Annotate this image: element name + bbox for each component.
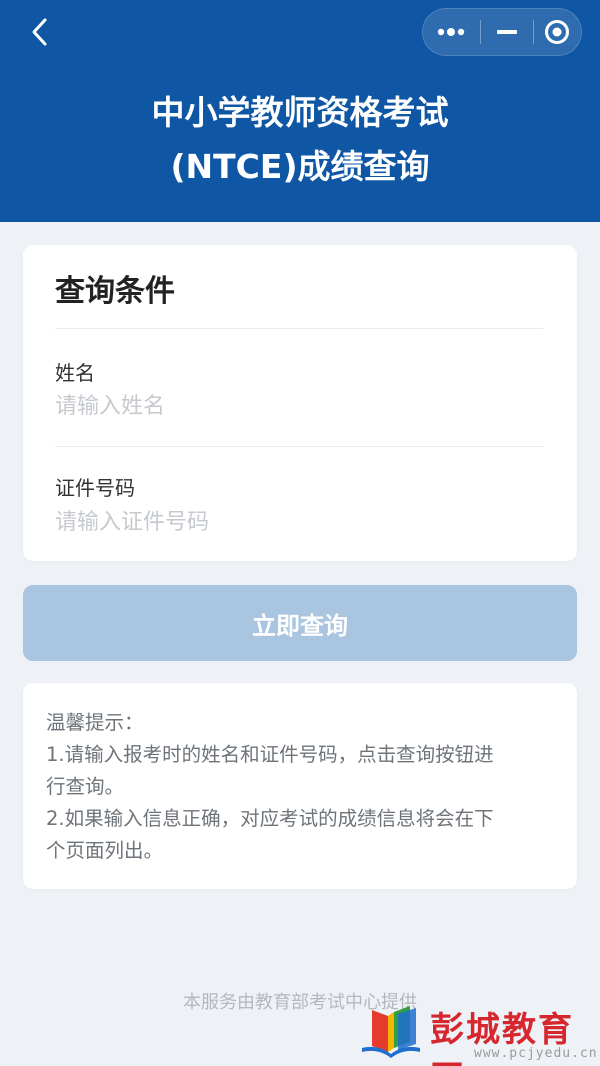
tip-heading: 温馨提示： <box>46 711 144 734</box>
form-divider <box>55 446 543 447</box>
site-watermark: 彭城教育网 www.pcjyedu.cn <box>356 998 600 1066</box>
tip-line: 1.请输入报考时的姓名和证件号码，点击查询按钮进 <box>46 743 494 766</box>
id-number-input[interactable] <box>55 502 543 542</box>
id-number-label: 证件号码 <box>55 476 135 500</box>
miniprogram-capsule <box>422 8 582 56</box>
back-button[interactable] <box>22 14 58 50</box>
form-card-title: 查询条件 <box>55 274 175 309</box>
target-close-icon <box>545 20 570 44</box>
submit-query-button[interactable]: 立即查询 <box>23 585 577 661</box>
page-title: 中小学教师资格考试 (NTCE)成绩查询 <box>0 86 600 194</box>
page-title-line1: 中小学教师资格考试 <box>151 93 449 132</box>
tip-line: 2.如果输入信息正确，对应考试的成绩信息将会在下 <box>46 807 494 830</box>
header-bar: 中小学教师资格考试 (NTCE)成绩查询 <box>0 0 600 222</box>
name-label: 姓名 <box>55 361 95 385</box>
minimize-icon <box>496 30 517 34</box>
more-dots-icon <box>437 28 464 36</box>
name-input[interactable] <box>55 386 543 426</box>
chevron-left-icon <box>32 18 47 46</box>
watermark-url: www.pcjyedu.cn <box>474 1046 598 1061</box>
close-button[interactable] <box>534 9 581 55</box>
tip-line: 个页面列出。 <box>46 839 164 862</box>
form-divider <box>55 328 543 329</box>
more-button[interactable] <box>423 9 480 55</box>
tip-line: 行查询。 <box>46 775 125 798</box>
minimize-button[interactable] <box>481 9 532 55</box>
page-title-line2: (NTCE)成绩查询 <box>170 147 430 186</box>
book-logo-icon <box>362 1006 420 1058</box>
